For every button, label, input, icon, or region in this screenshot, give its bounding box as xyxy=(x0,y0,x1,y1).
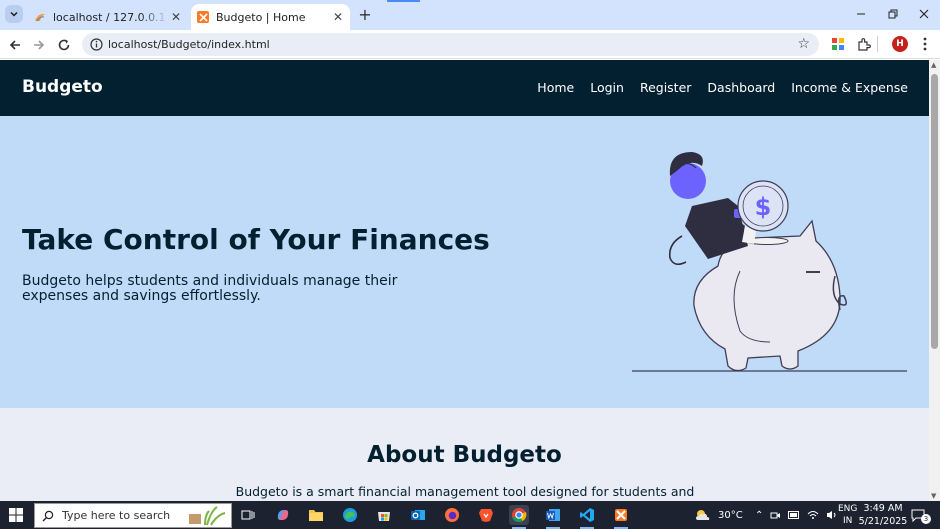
hero-title: Take Control of Your Finances xyxy=(22,223,490,256)
about-title: About Budgeto xyxy=(367,442,562,468)
tab-search-button[interactable] xyxy=(5,5,23,23)
search-icon xyxy=(42,510,54,521)
windows-taskbar: Type here to search 30°C ⌃ ENG IN 3:49 A… xyxy=(0,501,940,529)
restore-icon xyxy=(888,9,898,19)
back-button[interactable] xyxy=(5,35,25,55)
browser-toolbar: localhost/Budgeto/index.html ☆ H xyxy=(0,30,940,59)
xampp-control-icon[interactable] xyxy=(611,505,631,529)
clock-time: 3:49 AM xyxy=(863,503,903,514)
minimize-button[interactable] xyxy=(845,4,877,24)
firefox-icon[interactable] xyxy=(442,505,462,525)
tab-phpmyadmin[interactable]: localhost / 127.0.0.1 / budgeto ✕ xyxy=(28,4,188,30)
close-tab-icon[interactable]: ✕ xyxy=(168,9,184,25)
profile-avatar[interactable]: H xyxy=(892,36,908,52)
xampp-favicon-icon xyxy=(197,11,209,23)
close-window-button[interactable] xyxy=(908,4,940,24)
phpmyadmin-favicon-icon xyxy=(34,11,46,23)
reload-button[interactable] xyxy=(54,35,74,55)
about-section: About Budgeto Budgeto is a smart financi… xyxy=(0,408,929,501)
minimize-icon xyxy=(857,13,865,15)
arrow-left-icon xyxy=(9,40,20,50)
clock[interactable]: 3:49 AM 5/21/2025 xyxy=(859,501,908,529)
about-text: Budgeto is a smart financial management … xyxy=(235,484,695,501)
wifi-icon[interactable] xyxy=(807,510,819,520)
meet-now-icon[interactable] xyxy=(770,510,781,521)
chevron-up-icon[interactable]: ⌃ xyxy=(755,510,763,521)
site-info-icon[interactable] xyxy=(89,37,104,52)
battery-icon[interactable] xyxy=(788,511,800,519)
chevron-down-icon xyxy=(10,11,18,17)
hero-subtitle: Budgeto helps students and individuals m… xyxy=(22,273,398,304)
tab-budgeto-home[interactable]: Budgeto | Home ✕ xyxy=(191,4,350,30)
close-icon xyxy=(919,9,929,19)
hero-section: Take Control of Your Finances Budgeto he… xyxy=(0,116,929,408)
search-highlight-image-icon xyxy=(189,505,226,526)
piggy-bank-illustration: $ xyxy=(632,152,907,372)
brave-browser-icon[interactable] xyxy=(476,505,496,525)
copilot-icon[interactable] xyxy=(273,505,293,525)
bookmark-star-icon[interactable]: ☆ xyxy=(797,36,810,52)
system-tray-icons: ⌃ xyxy=(755,501,838,529)
extensions-puzzle-icon[interactable] xyxy=(856,36,872,52)
scroll-up-icon[interactable]: ▲ xyxy=(931,61,936,69)
tab-strip-indicator xyxy=(387,0,420,2)
region-code: IN xyxy=(843,516,853,526)
chrome-icon[interactable] xyxy=(509,505,529,529)
notification-center-button[interactable]: 3 xyxy=(911,501,931,529)
arrow-right-icon xyxy=(34,40,45,50)
google-lens-icon[interactable] xyxy=(830,36,846,52)
restore-button[interactable] xyxy=(877,4,909,24)
address-bar[interactable]: localhost/Budgeto/index.html ☆ xyxy=(82,33,819,56)
nav-dashboard[interactable]: Dashboard xyxy=(707,80,775,95)
scrollbar-thumb[interactable] xyxy=(931,74,938,349)
new-tab-button[interactable]: + xyxy=(356,5,374,24)
more-menu-icon[interactable] xyxy=(917,36,933,52)
weather-cloud-icon xyxy=(696,510,710,520)
nav-home[interactable]: Home xyxy=(537,80,574,95)
nav-register[interactable]: Register xyxy=(640,80,691,95)
toolbar-divider xyxy=(877,36,878,52)
file-explorer-icon[interactable] xyxy=(306,505,326,525)
url-text: localhost/Budgeto/index.html xyxy=(108,38,270,51)
dollar-sign-icon: $ xyxy=(755,193,772,221)
taskbar-search-box[interactable]: Type here to search xyxy=(34,503,232,528)
nav-income-expense[interactable]: Income & Expense xyxy=(791,80,908,95)
word-icon[interactable] xyxy=(543,505,563,529)
browser-tab-strip: localhost / 127.0.0.1 / budgeto ✕ Budget… xyxy=(0,0,940,30)
vscode-icon[interactable] xyxy=(577,505,597,529)
language-code: ENG xyxy=(838,504,858,514)
reload-icon xyxy=(58,39,70,51)
close-tab-icon[interactable]: ✕ xyxy=(330,9,346,25)
edge-browser-icon[interactable] xyxy=(340,505,360,525)
search-placeholder: Type here to search xyxy=(62,509,171,522)
outlook-icon[interactable] xyxy=(408,505,428,525)
nav-links: Home Login Register Dashboard Income & E… xyxy=(537,80,908,95)
clock-date: 5/21/2025 xyxy=(858,516,908,527)
page-viewport: Budgeto Home Login Register Dashboard In… xyxy=(0,60,929,501)
page-scrollbar[interactable]: ▲ ▼ xyxy=(929,60,940,501)
language-indicator[interactable]: ENG IN xyxy=(838,501,857,529)
volume-icon[interactable] xyxy=(826,510,838,520)
site-navbar: Budgeto Home Login Register Dashboard In… xyxy=(0,60,929,116)
nav-login[interactable]: Login xyxy=(590,80,624,95)
task-view-icon[interactable] xyxy=(238,505,258,525)
windows-start-icon[interactable] xyxy=(8,507,24,523)
microsoft-store-icon[interactable] xyxy=(374,505,394,525)
tab-title: localhost / 127.0.0.1 / budgeto xyxy=(53,10,168,24)
site-logo[interactable]: Budgeto xyxy=(22,77,103,97)
scroll-down-icon[interactable]: ▼ xyxy=(931,492,936,500)
notification-count: 3 xyxy=(921,514,931,524)
forward-button[interactable] xyxy=(29,35,49,55)
weather-temperature: 30°C xyxy=(718,509,743,521)
tab-title: Budgeto | Home xyxy=(216,10,306,24)
weather-widget[interactable]: 30°C xyxy=(694,501,743,529)
